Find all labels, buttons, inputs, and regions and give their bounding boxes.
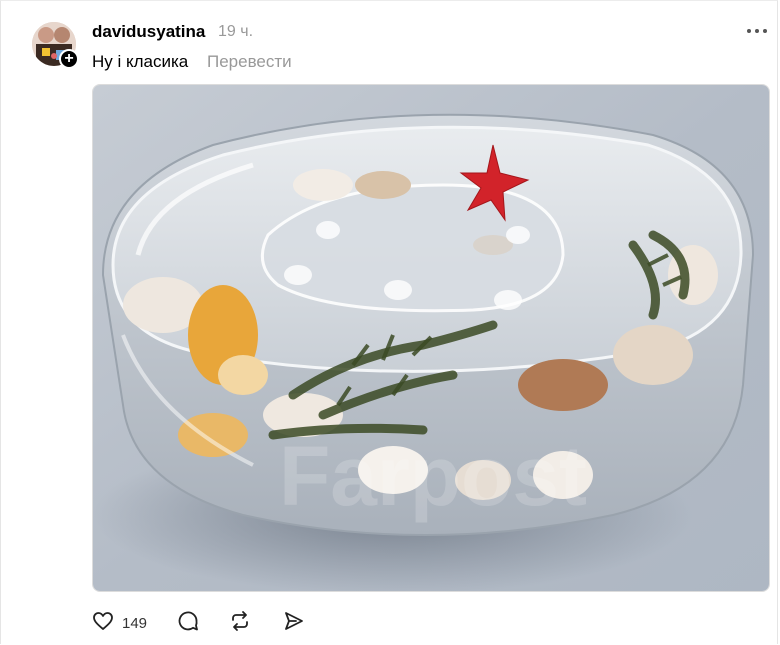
translate-link[interactable]: Перевести — [207, 52, 292, 72]
send-icon — [282, 609, 306, 638]
comment-button[interactable] — [176, 609, 200, 637]
comment-icon — [176, 609, 200, 638]
post-image[interactable]: Farpost — [92, 84, 770, 592]
author-avatar-container[interactable]: + — [32, 22, 79, 69]
heart-icon — [91, 609, 115, 638]
image-watermark: Farpost — [279, 429, 587, 523]
follow-badge[interactable]: + — [59, 49, 79, 69]
more-horizontal-icon[interactable] — [745, 21, 769, 41]
post-caption: Ну і класика — [92, 52, 189, 71]
share-button[interactable] — [282, 609, 306, 637]
like-button[interactable]: 149 — [91, 609, 147, 637]
repost-icon — [228, 609, 252, 638]
post-card: + davidusyatina 19 ч. Ну і класика Перев… — [0, 0, 778, 644]
like-count: 149 — [122, 614, 148, 632]
repost-button[interactable] — [228, 609, 252, 637]
post-timestamp[interactable]: 19 ч. — [218, 23, 253, 41]
author-username[interactable]: davidusyatina — [92, 22, 205, 42]
